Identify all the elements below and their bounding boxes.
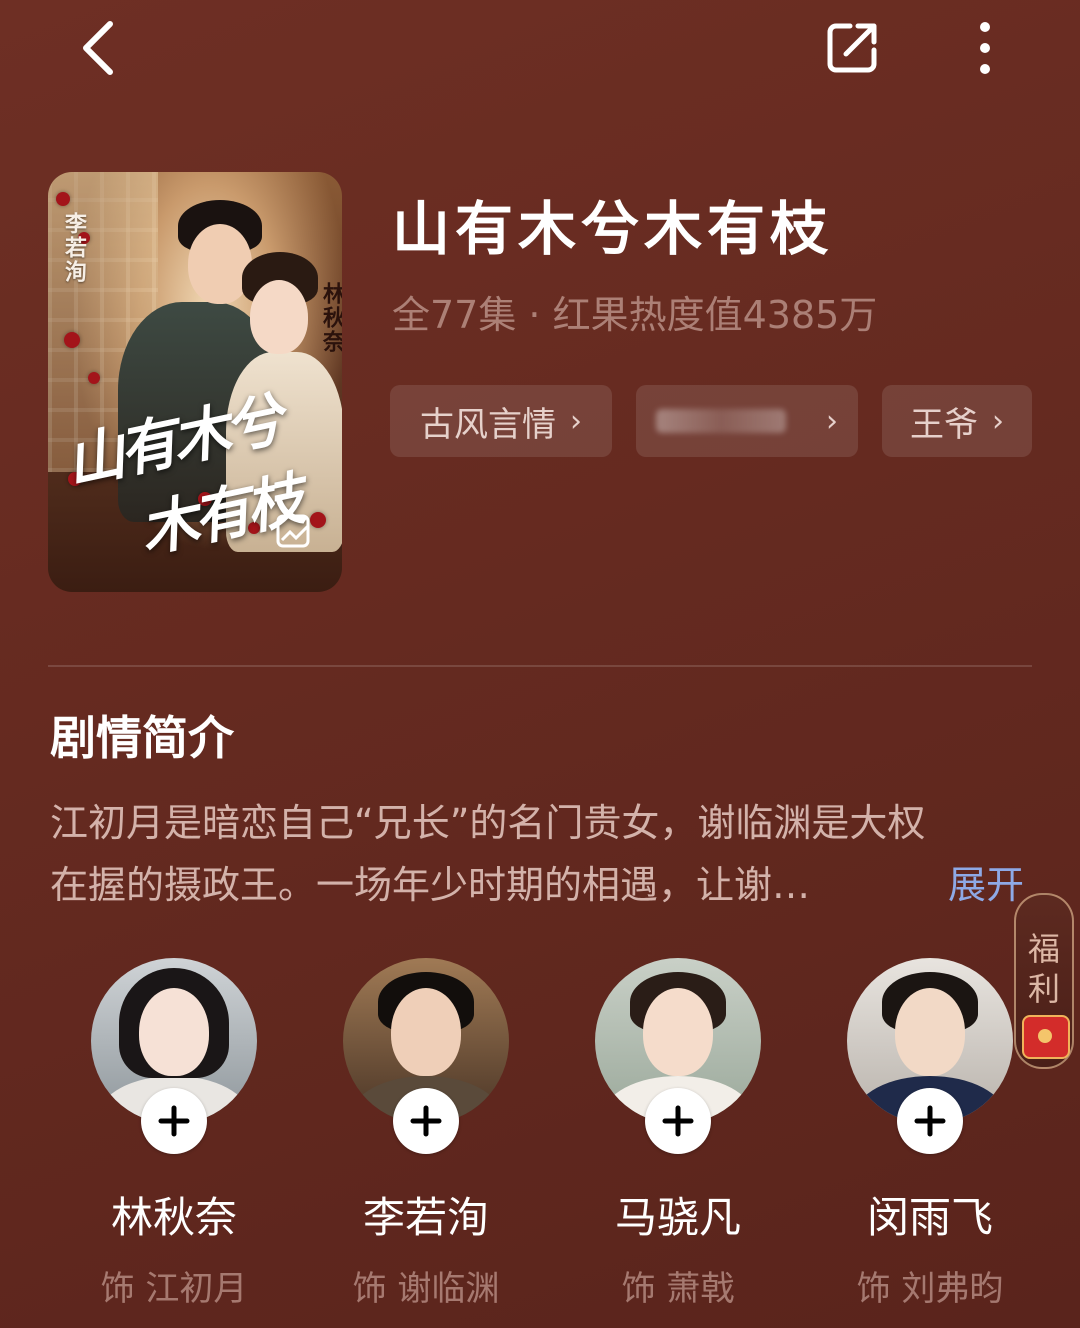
cast-role: 饰 刘弗昀 [856, 1269, 1004, 1309]
cast-role: 饰 谢临渊 [352, 1269, 500, 1309]
back-button[interactable] [62, 12, 134, 84]
cast-name: 闵雨飞 [866, 1193, 993, 1242]
chevron-right-icon: › [570, 403, 582, 439]
cast-role: 饰 江初月 [100, 1269, 248, 1309]
drama-title: 山有木兮木有枝 [392, 195, 834, 263]
drama-poster[interactable]: 李若洵 林秋奈 山有木兮 木有枝 [48, 172, 342, 592]
share-button[interactable] [812, 10, 892, 86]
chevron-left-icon [83, 21, 113, 75]
divider [48, 665, 1032, 667]
cast-name: 李若洵 [362, 1193, 489, 1242]
cast-member[interactable]: 林秋奈 饰 江初月 [74, 958, 274, 1310]
tag-chip-2[interactable]: › [636, 385, 858, 457]
more-button[interactable] [950, 12, 1020, 84]
cast-member[interactable]: 李若洵 饰 谢临渊 [326, 958, 526, 1310]
poster-actor-left: 李若洵 [61, 212, 87, 284]
tag-label: 王爷 [910, 404, 978, 445]
share-icon [827, 23, 877, 73]
cast-name: 马骁凡 [614, 1193, 741, 1242]
synopsis-line-1: 江初月是暗恋自己“兄长”的名门贵女，谢临渊是大权 [50, 801, 926, 845]
expand-link[interactable]: 展开 [948, 854, 1024, 909]
cast-member[interactable]: 闵雨飞 饰 刘弗昀 [830, 958, 1030, 1310]
cast-name: 林秋奈 [110, 1193, 237, 1242]
follow-button[interactable] [141, 1088, 207, 1154]
drama-meta: 全77集 · 红果热度值4385万 [392, 293, 878, 337]
welfare-label: 福利 [1027, 930, 1060, 1008]
poster-actor-right: 林秋奈 [319, 282, 342, 354]
red-envelope-icon [1022, 1015, 1070, 1059]
chevron-right-icon: › [826, 403, 838, 439]
tag-chip-1[interactable]: 古风言情 › [390, 385, 612, 457]
image-badge-icon [276, 514, 310, 548]
cast-member[interactable]: 马骁凡 饰 萧戟 [578, 958, 778, 1310]
follow-button[interactable] [393, 1088, 459, 1154]
welfare-widget[interactable]: 福利 [1014, 893, 1074, 1069]
more-vertical-icon [980, 22, 990, 74]
cast-role: 饰 萧戟 [621, 1269, 735, 1309]
blurred-tag-label [656, 409, 786, 433]
synopsis-heading: 剧情简介 [50, 711, 234, 765]
plus-icon [662, 1105, 694, 1137]
tag-chip-3[interactable]: 王爷 › [882, 385, 1032, 457]
plus-icon [410, 1105, 442, 1137]
plus-icon [158, 1105, 190, 1137]
synopsis-line-2: 在握的摄政王。一场年少时期的相遇，让谢… [50, 863, 811, 907]
follow-button[interactable] [645, 1088, 711, 1154]
chevron-right-icon: › [992, 403, 1004, 439]
plus-icon [914, 1105, 946, 1137]
follow-button[interactable] [897, 1088, 963, 1154]
synopsis-text: 江初月是暗恋自己“兄长”的名门贵女，谢临渊是大权 在握的摄政王。一场年少时期的相… [50, 792, 1030, 916]
tag-label: 古风言情 [420, 404, 556, 445]
